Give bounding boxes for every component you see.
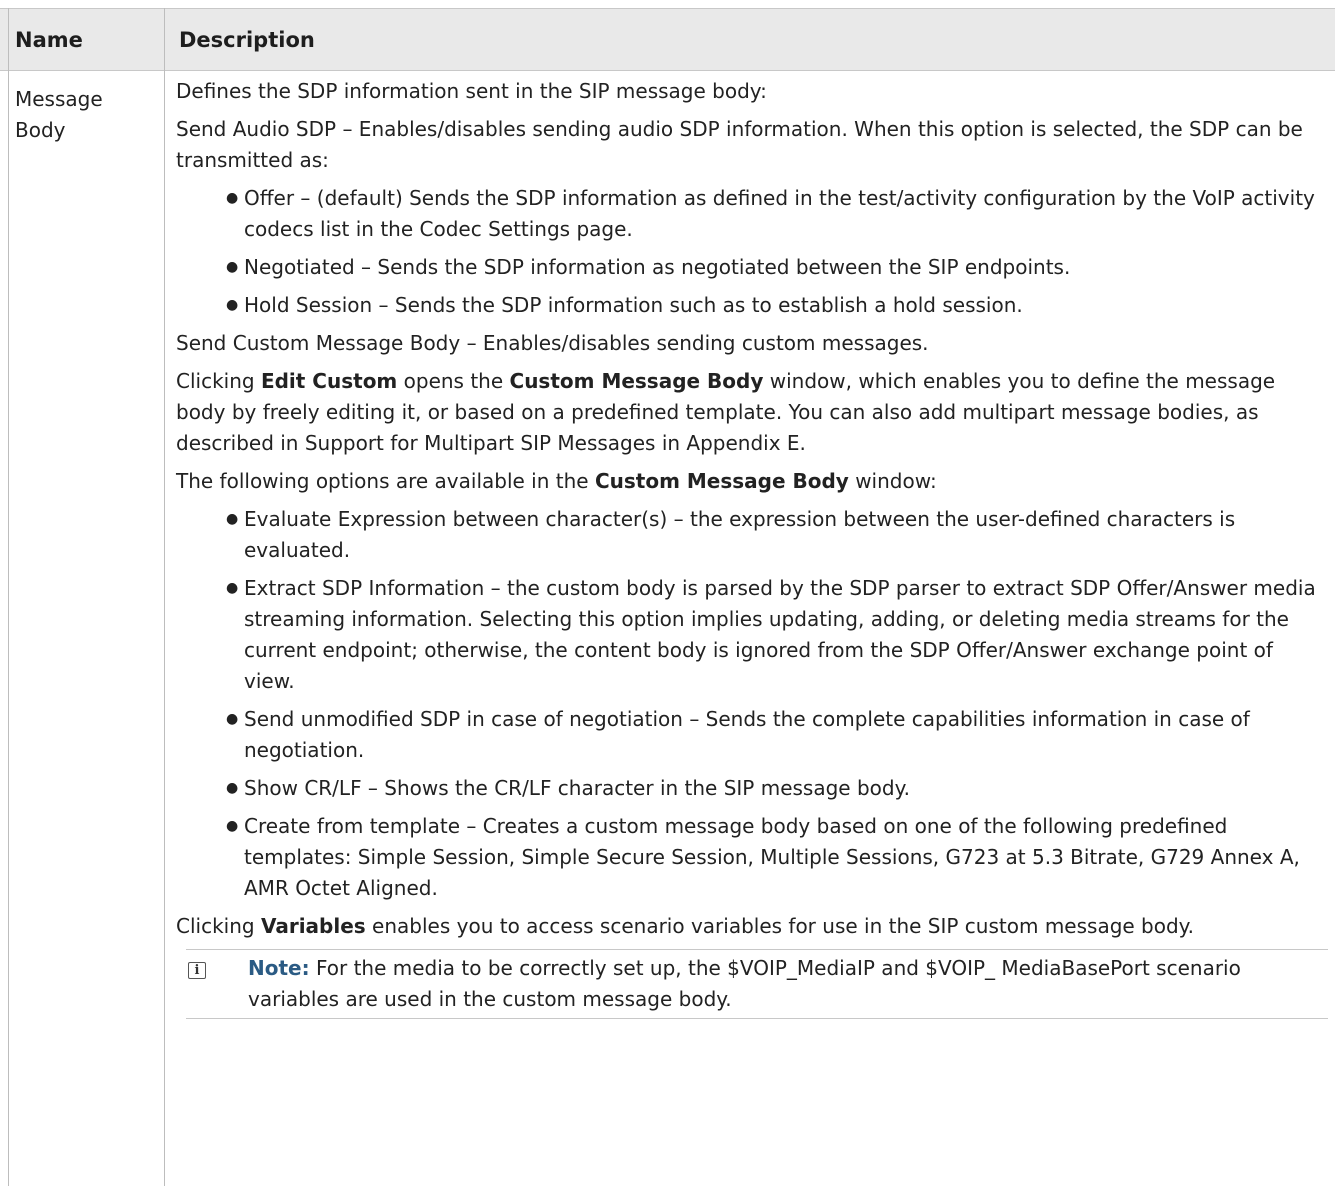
bullet-icon: ● [226, 818, 239, 834]
list-item: ● Show CR/LF – Shows the CR/LF character … [226, 773, 1328, 804]
paragraph: Defines the SDP information sent in the … [176, 79, 767, 103]
paragraph: Clicking Variables enables you to access… [176, 914, 1195, 938]
header-description: Description [179, 28, 315, 52]
paragraph: Send Audio SDP – Enables/disables sendin… [176, 117, 1303, 172]
row-name-line: Message [15, 87, 103, 111]
ui-term: Custom Message Body [509, 369, 764, 393]
note-text: Note: For the media to be correctly set … [248, 956, 1241, 1011]
bullet-icon: ● [226, 511, 239, 527]
list-item: ● Create from template – Creates a custom… [226, 811, 1328, 904]
list-item: ● Evaluate Expression between character(s… [226, 504, 1328, 566]
bullet-icon: ● [226, 190, 239, 206]
bullet-icon: ● [226, 297, 239, 313]
paragraph: Send Custom Message Body – Enables/disab… [176, 331, 929, 355]
bullet-icon: ● [226, 780, 239, 796]
list-item: ● Extract SDP Information – the custom bo… [226, 573, 1328, 697]
header-name: Name [15, 28, 83, 52]
bullet-icon: ● [226, 259, 239, 275]
parameter-table: Name Description Message Body Defines th… [0, 0, 1335, 1186]
info-icon: i [188, 962, 206, 979]
list-item: ● Hold Session – Sends the SDP informatio… [226, 290, 1328, 321]
row-name-line: Body [15, 118, 66, 142]
list-item: ● Send unmodified SDP in case of negotiat… [226, 704, 1328, 766]
paragraph: The following options are available in t… [176, 469, 937, 493]
ui-term: Edit Custom [260, 369, 398, 393]
row-description: Defines the SDP information sent in the … [176, 76, 1328, 1019]
column-divider [8, 8, 9, 1186]
column-divider [164, 8, 165, 1186]
table-header: Name Description [0, 8, 1335, 71]
ui-term: Variables [260, 914, 366, 938]
bullet-icon: ● [226, 711, 239, 727]
paragraph: Clicking Edit Custom opens the Custom Me… [176, 369, 1276, 455]
list-item: ● Offer – (default) Sends the SDP informa… [226, 183, 1328, 245]
row-name: Message Body [15, 84, 145, 146]
list-item: ● Negotiated – Sends the SDP information … [226, 252, 1328, 283]
note-label: Note: [248, 956, 310, 980]
note-box: i Note: For the media to be correctly se… [186, 949, 1328, 1019]
bullet-icon: ● [226, 580, 239, 596]
transmit-options-list: ● Offer – (default) Sends the SDP informa… [176, 183, 1328, 321]
custom-body-options-list: ● Evaluate Expression between character(s… [176, 504, 1328, 904]
ui-term: Custom Message Body [594, 469, 849, 493]
